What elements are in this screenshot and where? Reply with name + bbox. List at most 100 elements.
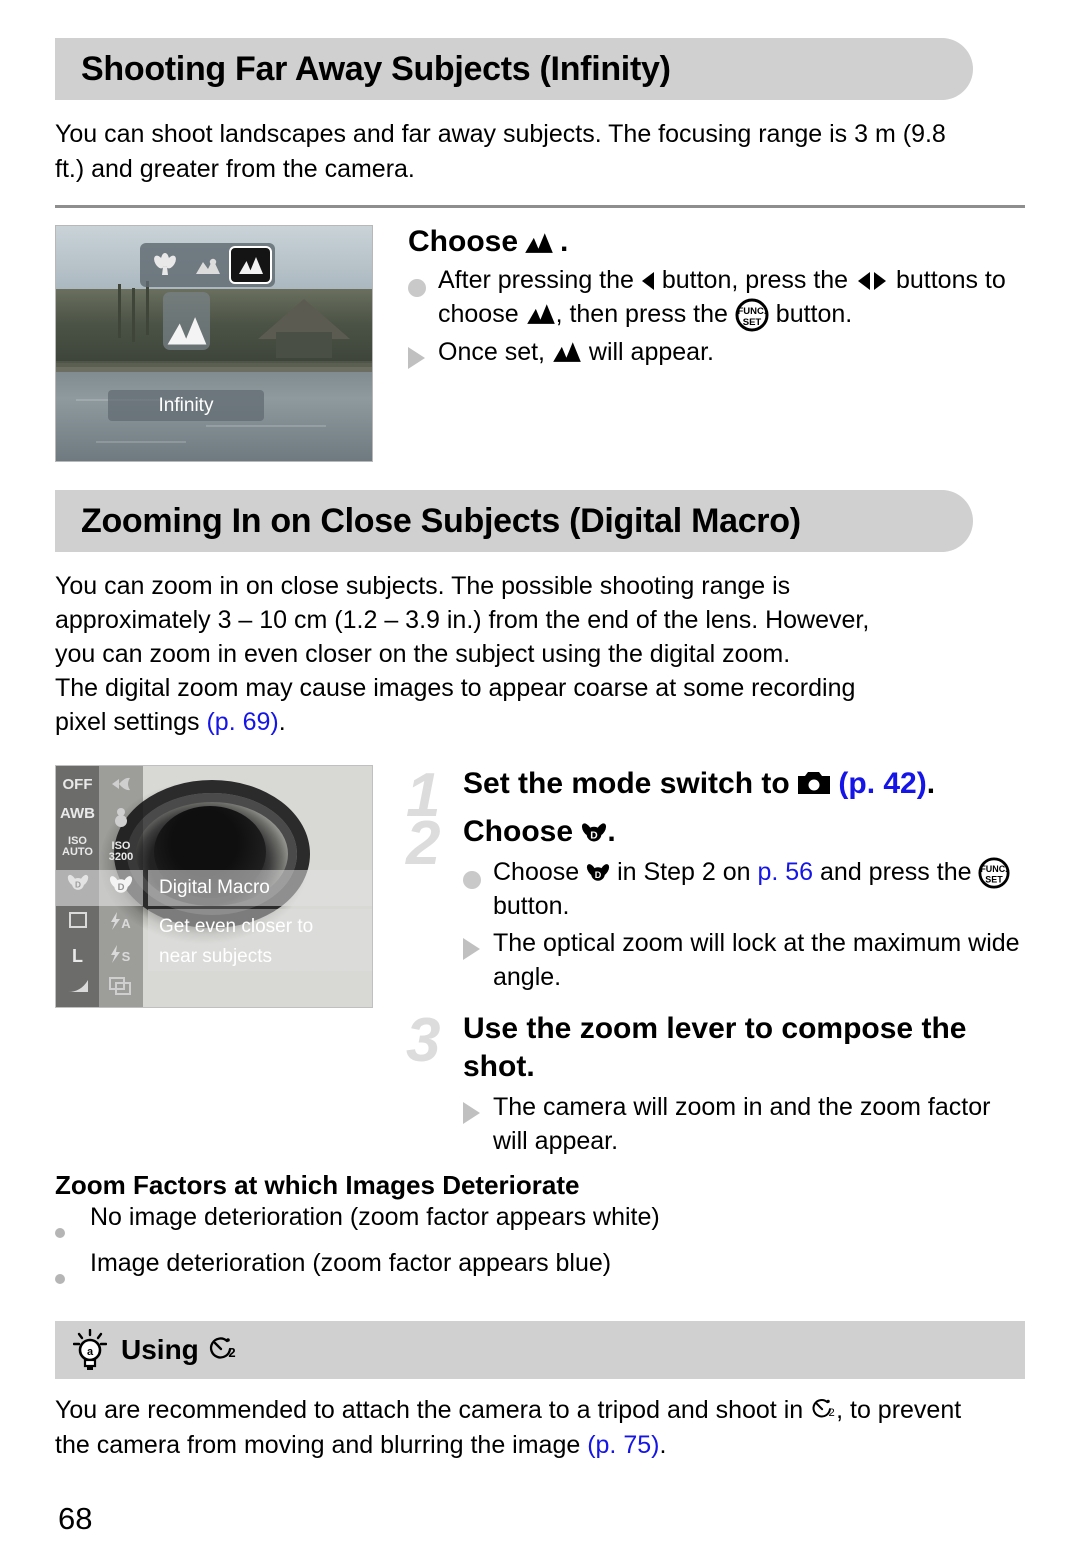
tip-body: You are recommended to attach the camera… — [55, 1396, 962, 1459]
focus-mode-bar[interactable] — [140, 243, 275, 287]
lightbulb-tip-icon: a — [73, 1329, 107, 1370]
awb-icon[interactable]: AWB — [60, 806, 95, 821]
svg-text:2: 2 — [829, 1407, 835, 1419]
description-line: near subjects — [159, 946, 273, 967]
tip-title: Using 2 — [121, 1334, 237, 1366]
section2-block: OFF AWB ISOAUTO D — [55, 765, 1025, 1158]
bullet-marker-triangle — [463, 1090, 493, 1158]
bullet-item: The camera will zoom in and the zoom fac… — [463, 1090, 1025, 1158]
section-heading-infinity: Shooting Far Away Subjects (Infinity) — [55, 38, 973, 100]
mode-cell-macro-mountain[interactable] — [186, 246, 229, 284]
svg-text:a: a — [87, 1346, 94, 1358]
step-2: 2 Choose D. Choose D in Step 2 on p. 56 … — [406, 813, 1025, 994]
section1-block: Infinity Choose . After pressing the but… — [55, 225, 1025, 462]
divider-rule — [55, 205, 1025, 208]
flash-slow-sync-icon: S — [111, 944, 131, 964]
func-set-button-icon: FUNC.SET — [978, 857, 1010, 889]
compression-icon[interactable] — [67, 979, 89, 996]
step-2-bullets: Choose D in Step 2 on p. 56 and press th… — [463, 855, 1025, 994]
svg-text:FUNC.: FUNC. — [981, 864, 1008, 874]
deterioration-list: No image deterioration (zoom factor appe… — [55, 1201, 1025, 1293]
iso-3200-icon[interactable]: ISO 3200 — [109, 841, 133, 863]
svg-text:S: S — [122, 949, 131, 964]
self-timer-2sec-icon: 2 — [812, 1399, 835, 1419]
bullet-text: Once set, will appear. — [438, 338, 714, 366]
bullet-text: The optical zoom will lock at the maximu… — [493, 929, 1020, 991]
large-size-icon[interactable]: L — [72, 947, 83, 965]
selected-mode-preview — [163, 292, 210, 350]
intro-line: you can zoom in even closer on the subje… — [55, 640, 791, 668]
svg-text:2: 2 — [228, 1345, 235, 1360]
snow-icon[interactable] — [111, 806, 131, 831]
triangle-marker-icon — [408, 347, 425, 369]
lcd-palm — [132, 288, 135, 342]
section1-screenshot-column: Infinity — [55, 225, 380, 462]
single-shot-icon — [68, 912, 87, 929]
step-1: 1 Set the mode switch to (p. 42). — [406, 765, 1025, 827]
continuous-shooting-icon[interactable] — [109, 976, 133, 998]
iso-auto-icon[interactable]: ISO AUTO — [62, 835, 93, 858]
mode-cell-infinity[interactable] — [229, 246, 272, 284]
page-link-42[interactable]: (p. 42) — [838, 767, 926, 800]
step-title: Set the mode switch to (p. 42). — [463, 767, 936, 800]
page-link-75[interactable]: (p. 75) — [587, 1431, 659, 1459]
infinity-mountain-icon — [525, 232, 553, 253]
camera-lcd-infinity: Infinity — [55, 225, 373, 462]
flash-auto-icon[interactable]: A — [108, 911, 134, 934]
continuous-shooting-icon — [109, 976, 131, 995]
single-shot-icon[interactable] — [68, 911, 88, 932]
mode-cell-macro-flower[interactable] — [143, 246, 186, 284]
mode-label-text: Infinity — [158, 394, 214, 416]
list-item-text: No image deterioration (zoom factor appe… — [90, 1203, 660, 1231]
svg-text:A: A — [121, 916, 131, 931]
svg-text:D: D — [591, 830, 598, 841]
left-right-arrow-buttons-icon — [858, 272, 887, 290]
flash-slow-sync-icon[interactable]: S — [108, 944, 134, 967]
triangle-marker-icon — [463, 938, 480, 960]
tip-heading-bar: a Using 2 — [55, 1321, 1025, 1379]
fish-icon[interactable] — [110, 775, 132, 796]
section1-instructions: Choose . After pressing the button, pres… — [380, 225, 1025, 462]
intro-line-last: pixel settings (p. 69). — [55, 705, 975, 739]
page-link-56[interactable]: p. 56 — [757, 858, 813, 886]
svg-text:SET: SET — [743, 317, 762, 328]
digital-macro-icon: D — [582, 823, 607, 842]
section1-bullet-list: After pressing the button, press the but… — [408, 263, 1025, 378]
section2-intro: You can zoom in on close subjects. The p… — [55, 569, 975, 739]
camera-lcd-digital-macro: OFF AWB ISOAUTO D — [55, 765, 373, 1008]
section2-screenshot-column: OFF AWB ISOAUTO D — [55, 765, 380, 1158]
snow-icon — [115, 808, 127, 828]
bullet-item: Once set, will appear. — [408, 335, 1025, 378]
step-title-text: Choose — [408, 225, 519, 258]
lcd-palm — [146, 281, 149, 335]
dot-marker-icon — [463, 871, 481, 889]
mode-label-bar: Infinity — [108, 390, 264, 421]
infinity-mountain-icon — [526, 304, 555, 324]
svg-text:D: D — [595, 870, 602, 880]
infinity-mountain-icon — [553, 342, 581, 362]
section1-intro: You can shoot landscapes and far away su… — [55, 120, 946, 183]
description-line: Get even closer to — [159, 916, 314, 937]
section2-title: Zooming In on Close Subjects (Digital Ma… — [81, 501, 801, 540]
bullet-item: Choose D in Step 2 on p. 56 and press th… — [463, 855, 1025, 923]
left-arrow-button-icon — [641, 272, 654, 290]
digital-macro-icon: D — [587, 864, 610, 881]
svg-text:FUNC.: FUNC. — [737, 306, 766, 317]
bullet-text: After pressing the button, press the but… — [438, 263, 1025, 332]
list-item: No image deterioration (zoom factor appe… — [55, 1201, 1025, 1247]
flash-auto-icon: A — [111, 911, 131, 931]
macro-flower-icon — [153, 253, 176, 275]
step-3-bullets: The camera will zoom in and the zoom fac… — [463, 1090, 1025, 1158]
self-timer-2sec-icon: 2 — [209, 1337, 235, 1360]
page-link-69[interactable]: (p. 69) — [206, 708, 278, 736]
flash-off-icon[interactable]: OFF — [63, 777, 93, 792]
lcd-ripple — [96, 441, 186, 443]
tip-title-text: Using — [121, 1334, 199, 1365]
intro-line: You can zoom in on close subjects. The p… — [55, 572, 791, 600]
dot-marker-icon — [408, 279, 426, 297]
func-set-button-icon: FUNC.SET — [735, 298, 769, 332]
manual-page: Shooting Far Away Subjects (Infinity) Yo… — [0, 38, 1080, 1559]
section-heading-digital-macro: Zooming In on Close Subjects (Digital Ma… — [55, 490, 973, 552]
step-title: Choose D. — [463, 815, 616, 848]
dot-marker-icon — [55, 1274, 65, 1284]
